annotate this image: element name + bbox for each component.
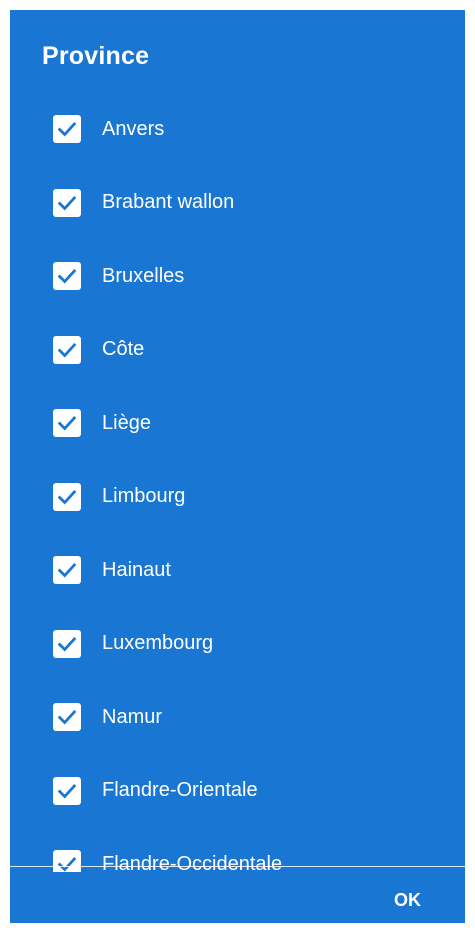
item-label: Hainaut — [102, 558, 171, 581]
item-label: Flandre-Orientale — [102, 779, 258, 801]
check-mark-icon — [57, 416, 77, 431]
item-label: Côte — [102, 338, 145, 360]
item-label: Anvers — [102, 117, 165, 140]
checkbox[interactable] — [53, 629, 81, 658]
check-mark-icon — [57, 122, 77, 137]
province-dialog: Province Anvers Brabant wallon Bruxelles Cô… — [10, 10, 465, 923]
check-mark-icon — [57, 857, 77, 872]
checkbox[interactable] — [53, 482, 81, 511]
check-mark-icon — [57, 269, 77, 284]
list-item[interactable]: Brabant wallon — [10, 166, 465, 240]
check-mark-icon — [57, 489, 77, 504]
checkbox[interactable] — [53, 556, 81, 584]
item-label: Limbourg — [102, 485, 186, 507]
list-item[interactable]: Côte — [10, 313, 465, 387]
check-mark-icon — [57, 783, 77, 798]
divider — [10, 866, 465, 867]
check-mark-icon — [57, 563, 77, 578]
list-item[interactable]: Anvers — [10, 92, 465, 166]
item-label: Luxembourg — [102, 632, 214, 654]
checkbox[interactable] — [53, 188, 81, 217]
item-label: Bruxelles — [102, 264, 185, 287]
item-label: Namur — [102, 705, 163, 728]
check-mark-icon — [57, 195, 77, 210]
list-item[interactable]: Hainaut — [10, 533, 465, 607]
checkbox[interactable] — [53, 409, 81, 437]
item-label: Flandre-Occidentale — [102, 852, 283, 873]
item-label: Brabant wallon — [102, 191, 235, 213]
checkbox[interactable] — [53, 703, 81, 731]
list-item[interactable]: Limbourg — [10, 460, 465, 534]
item-label: Liège — [102, 411, 151, 434]
checkbox[interactable] — [53, 335, 81, 364]
check-mark-icon — [57, 710, 77, 725]
list-item[interactable]: Bruxelles — [10, 239, 465, 313]
checkbox[interactable] — [53, 115, 81, 143]
check-mark-icon — [57, 636, 77, 651]
province-list[interactable]: Anvers Brabant wallon Bruxelles Côte Liège Li… — [10, 92, 465, 872]
list-item[interactable]: Namur — [10, 680, 465, 754]
list-item[interactable]: Luxembourg — [10, 607, 465, 681]
check-mark-icon — [57, 342, 77, 357]
list-item[interactable]: Liège — [10, 386, 465, 460]
list-item[interactable]: Flandre-Orientale — [10, 754, 465, 828]
dialog-title: Province — [42, 42, 150, 70]
checkbox[interactable] — [53, 850, 81, 872]
checkbox[interactable] — [53, 776, 81, 805]
ok-button[interactable]: OK — [380, 882, 435, 918]
checkbox[interactable] — [53, 262, 81, 290]
